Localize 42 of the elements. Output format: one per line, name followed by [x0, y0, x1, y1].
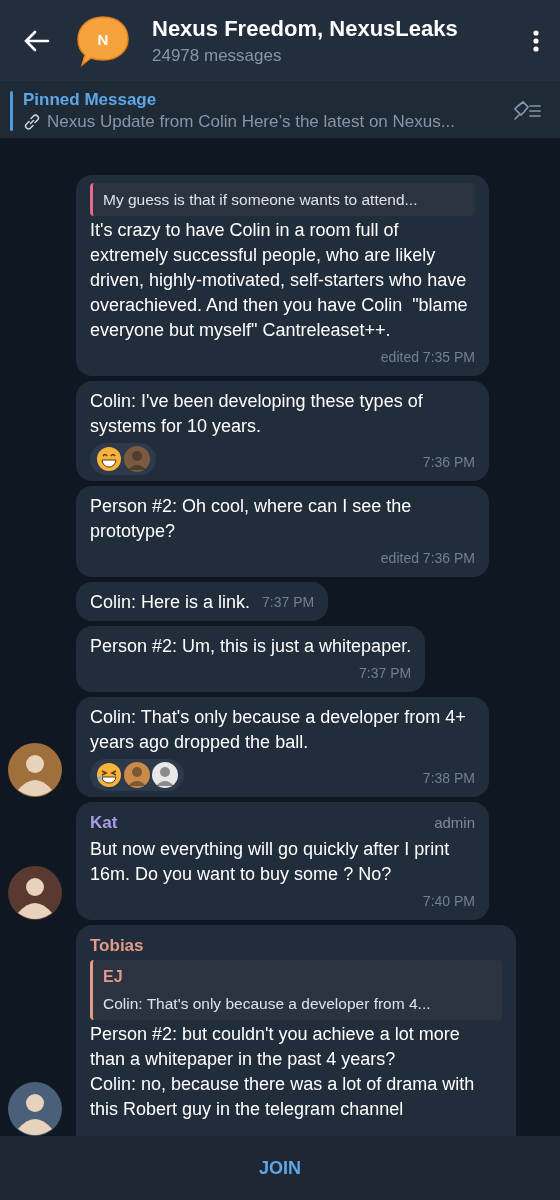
message-text: It's crazy to have Colin in a room full of extremely successful people, who are likely driven, highly-motivated, self-starters who have overachieved. And then you have Colin "blame everyone but myself" Cantreleaset++. [90, 219, 469, 342]
reply-text: Colin: That's only because a developer from 4... [103, 994, 432, 1014]
message-text: Colin: Here is a link. [90, 591, 251, 614]
reply-quote[interactable]: My guess is that if someone wants to attend... [90, 183, 475, 216]
avatar-icon [124, 762, 150, 788]
message-text: Person #2: but couldn't you achieve a lot more than a whitepaper in the past 4 years? Colin: no, because there was a lot of drama with this Robert guy in the telegram channel [90, 1023, 475, 1121]
join-button[interactable]: JOIN [0, 1136, 560, 1200]
message-time: 7:36 PM [422, 453, 475, 472]
message-time: 7:37 PM [359, 664, 412, 683]
chat-title: Nexus Freedom, NexusLeaks [152, 16, 459, 42]
emoji-icon [96, 762, 122, 788]
avatar-icon [152, 762, 178, 788]
pinned-text[interactable]: Nexus Update from Colin Here’s the latest on Nexus... [47, 111, 455, 132]
message-count: 24978 messages [152, 46, 283, 66]
message-text: Colin: I've been developing these types of systems for 10 years. [90, 390, 424, 438]
reaction-pill[interactable] [90, 759, 184, 791]
reply-quote[interactable]: EJ Colin: That's only because a developer from 4... [90, 960, 502, 1020]
message-text: Person #2: Oh cool, where can I see the prototype? [90, 495, 413, 543]
message-time: edited 7:35 PM [380, 348, 475, 367]
message-text: Colin: That's only because a developer from 4+ years ago dropped the ball. [90, 706, 467, 754]
reply-author: EJ [103, 967, 124, 987]
message-time: 7:40 PM [422, 892, 475, 911]
link-icon [23, 112, 41, 131]
message-time: 7:37 PM [262, 593, 315, 612]
more-icon [532, 29, 540, 53]
sender-name[interactable]: Kat [90, 810, 118, 835]
sender-name[interactable]: Tobias [90, 933, 144, 958]
avatar-icon [124, 446, 150, 472]
message-text: But now everything will go quickly after I print 16m. Do you want to buy some ? No? [90, 838, 451, 886]
admin-label: admin [434, 813, 475, 833]
user-avatar[interactable] [8, 743, 62, 797]
emoji-icon [96, 446, 122, 472]
user-avatar[interactable] [8, 866, 62, 920]
reply-text: My guess is that if someone wants to attend... [103, 190, 419, 210]
pin-list-icon [512, 99, 542, 122]
pinned-label: Pinned Message [23, 89, 158, 110]
message-time: 7:38 PM [422, 769, 475, 788]
reaction-pill[interactable] [90, 443, 156, 475]
back-arrow-icon [24, 30, 50, 52]
message-time: edited 7:36 PM [380, 549, 475, 568]
message-text: Person #2: Um, this is just a whitepaper. [90, 635, 412, 658]
user-avatar[interactable] [8, 1082, 62, 1136]
